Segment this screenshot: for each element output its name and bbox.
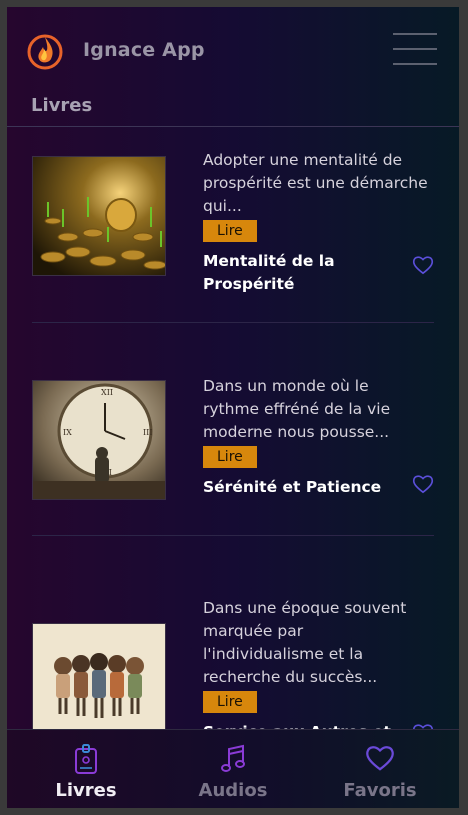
row-divider (32, 322, 434, 323)
heart-icon (366, 746, 394, 771)
svg-text:XII: XII (101, 388, 113, 397)
nav-item-favoris[interactable]: Favoris (305, 730, 455, 808)
app-title: Ignace App (83, 39, 205, 61)
svg-text:III: III (143, 428, 152, 437)
nav-label: Favoris (343, 780, 417, 801)
book-cover-image[interactable]: XII III VI IX (32, 380, 166, 500)
book-title[interactable]: Service aux Autres et (203, 721, 428, 729)
bottom-navigation: Livres Audios Favoris (7, 729, 459, 808)
book-description: Dans un monde où le rythme effréné de la… (203, 377, 391, 441)
nav-label: Livres (55, 780, 117, 801)
book-info: Dans une époque souvent marquée par l'in… (203, 597, 428, 729)
book-badge-icon (75, 744, 97, 774)
book-list[interactable]: Adopter une mentalité de prospérité est … (7, 127, 459, 729)
nav-label: Audios (198, 780, 268, 801)
hamburger-menu-icon[interactable] (393, 33, 437, 65)
app-frame: Ignace App Livres Adopter une mentalité … (7, 7, 459, 808)
nav-item-audios[interactable]: Audios (158, 730, 308, 808)
book-title[interactable]: Mentalité de la Prospérité (203, 250, 428, 296)
book-cover-image[interactable] (32, 623, 166, 729)
app-header: Ignace App (7, 7, 459, 91)
book-cover-image[interactable] (32, 156, 166, 276)
book-description: Dans une époque souvent marquée par l'in… (203, 599, 407, 686)
section-title: Livres (31, 95, 93, 116)
heart-outline-icon[interactable] (412, 474, 434, 494)
book-info: Adopter une mentalité de prospérité est … (203, 149, 428, 296)
music-note-icon (221, 744, 245, 772)
read-button[interactable]: Lire (203, 446, 257, 468)
svg-text:IX: IX (63, 428, 72, 437)
read-button[interactable]: Lire (203, 220, 257, 242)
flame-logo-icon (27, 34, 63, 70)
read-button[interactable]: Lire (203, 691, 257, 713)
book-description: Adopter une mentalité de prospérité est … (203, 151, 428, 215)
book-title[interactable]: Sérénité et Patience (203, 476, 428, 499)
heart-outline-icon[interactable] (412, 255, 434, 275)
book-info: Dans un monde où le rythme effréné de la… (203, 375, 428, 499)
nav-item-livres[interactable]: Livres (11, 730, 161, 808)
row-divider (32, 535, 434, 536)
